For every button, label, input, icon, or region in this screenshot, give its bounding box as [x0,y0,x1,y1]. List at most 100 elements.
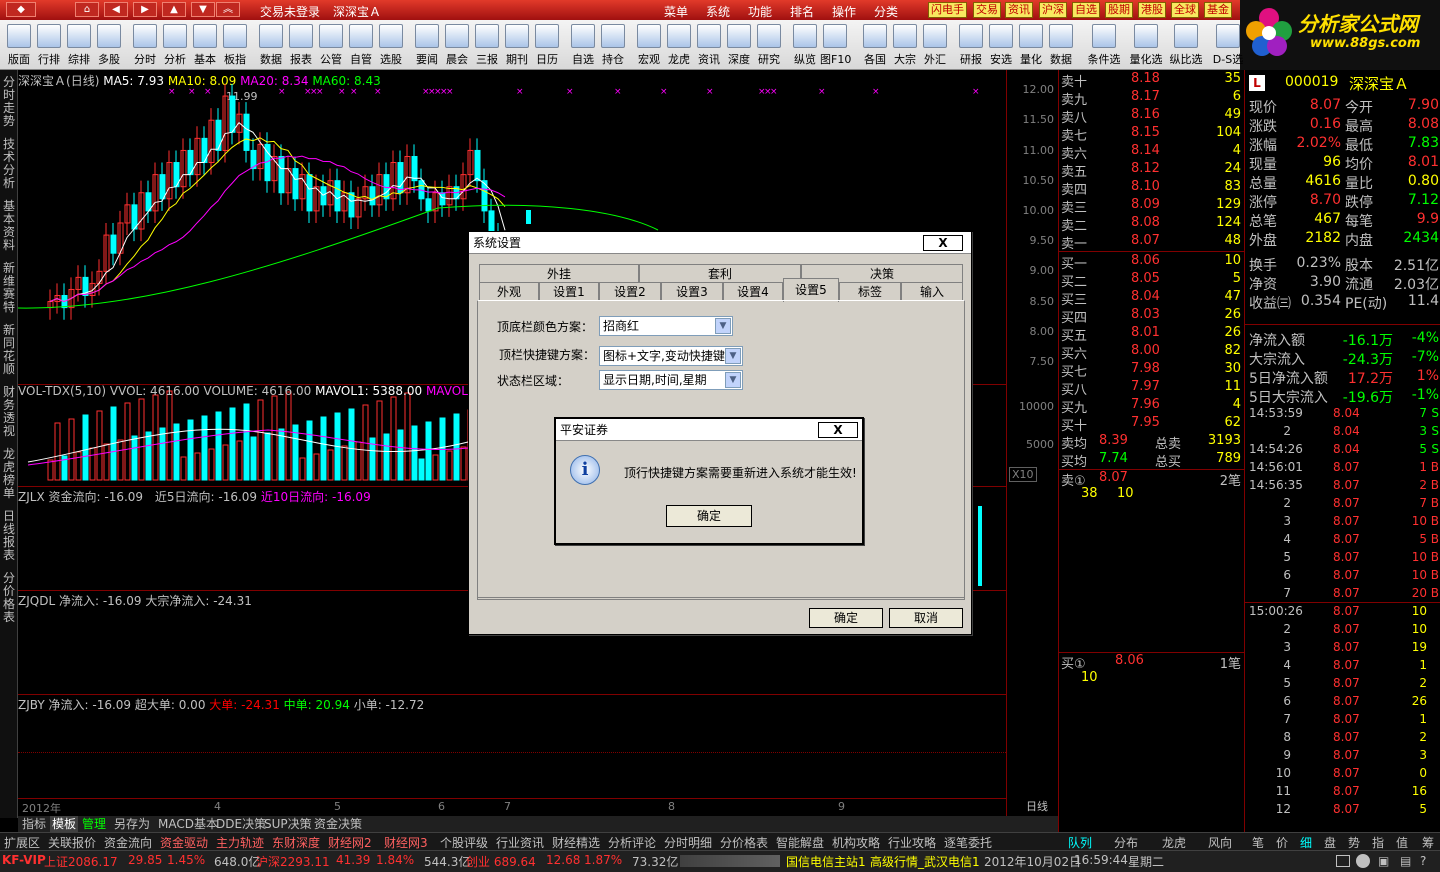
function-tab[interactable]: 行业资讯 [496,834,544,851]
function-tab[interactable]: 分析评论 [608,834,656,851]
flag-icon[interactable]: ▤ [1400,854,1411,868]
statusbar-area-select[interactable]: 显示日期,时间,星期 ▼ [599,370,743,390]
toolbar-button[interactable]: 三报 [472,22,502,68]
indicator-tab[interactable]: 模板 [50,816,79,832]
indicator-tab[interactable]: 管理 [80,816,108,832]
quick-button[interactable]: 资讯 [1005,2,1033,18]
function-tab[interactable]: 财经网2 [328,834,372,851]
order-row[interactable]: 买三 8.04 47 [1059,289,1245,308]
order-row[interactable]: 买九 7.96 4 [1059,397,1245,416]
toolbar-button[interactable]: 宏观 [634,22,664,68]
toolbar-button[interactable]: 选股 [376,22,406,68]
toolbar-button[interactable]: 纵览 [790,22,820,68]
right-tab[interactable]: 笔 [1252,834,1264,851]
left-tab[interactable]: 新维赛特 [2,262,16,314]
collapse-icon[interactable]: ︽ [216,2,240,17]
function-tab[interactable]: 分价格表 [720,834,768,851]
left-tab[interactable]: 基本资料 [2,200,16,252]
right-tab[interactable]: 价 [1276,834,1288,851]
order-row[interactable]: 买八 7.97 11 [1059,379,1245,398]
color-scheme-select[interactable]: 招商红 ▼ [599,316,733,336]
toolbar-button[interactable]: 数据 [256,22,286,68]
toolbar-button[interactable]: 要闻 [412,22,442,68]
alert-close-button[interactable]: X [818,422,858,438]
indicator-tab[interactable]: 资金决策 [312,816,364,832]
left-tab[interactable]: 新同花顺 [2,324,16,376]
function-tab[interactable]: 东财深度 [272,834,320,851]
toolbar-button[interactable]: 行排 [34,22,64,68]
order-row[interactable]: 买十 7.95 62 [1059,415,1245,434]
right-tab[interactable]: 盘 [1324,834,1336,851]
function-tab[interactable]: 智能解盘 [776,834,824,851]
mail-icon[interactable] [1336,855,1350,867]
toolbar-button[interactable]: 纵比选 [1166,22,1206,68]
quick-button[interactable]: 港股 [1138,2,1166,18]
toolbar-button[interactable]: 大宗 [890,22,920,68]
order-row[interactable]: 买五 8.01 26 [1059,325,1245,344]
tab-settings4[interactable]: 设置4 [723,282,783,300]
quick-button[interactable]: 基金 [1204,2,1232,18]
right-tab[interactable]: 细 [1300,834,1312,851]
right-tab[interactable]: 队列 [1068,834,1092,851]
status-cy[interactable]: 创业 689.64 [466,853,536,870]
alert-ok-button[interactable]: 确定 [666,505,752,527]
chevron-down-icon[interactable]: ▼ [725,348,741,364]
toolbar-button[interactable]: 研报 [956,22,986,68]
order-row[interactable]: 买六 8.00 82 [1059,343,1245,362]
function-tab[interactable]: 分时明细 [664,834,712,851]
quick-button[interactable]: 全球 [1171,2,1199,18]
toolbar-button[interactable]: 数据 [1046,22,1076,68]
left-tab[interactable]: 技术分析 [2,138,16,190]
toolbar-button[interactable]: D-S选 [1208,22,1248,68]
settings-ok-button[interactable]: 确定 [809,608,883,628]
lock-icon[interactable]: ▣ [1378,854,1389,868]
toolbar-button[interactable]: 深度 [724,22,754,68]
toolbar-button[interactable]: 基本 [190,22,220,68]
function-tab[interactable]: 资金流向 [104,834,152,851]
toolbar-button[interactable]: 分时 [130,22,160,68]
left-tab[interactable]: 日线报表 [2,510,16,562]
quick-button[interactable]: 沪深 [1039,2,1067,18]
order-row[interactable]: 卖七 8.15 104 [1059,125,1245,144]
tab-plugin[interactable]: 外挂 [479,264,639,282]
toolbar-button[interactable]: 安选 [986,22,1016,68]
order-row[interactable]: 卖九 8.17 6 [1059,89,1245,108]
quick-button[interactable]: 闪电手 [928,2,967,18]
toolbar-button[interactable]: 图F10 [820,22,851,68]
quick-button[interactable]: 自选 [1072,2,1100,18]
menu-item[interactable]: 操作 [832,3,856,20]
settings-cancel-button[interactable]: 取消 [889,608,963,628]
right-tab[interactable]: 分布 [1114,834,1138,851]
right-tab[interactable]: 龙虎 [1162,834,1186,851]
function-tab[interactable]: 主力轨迹 [216,834,264,851]
menu-item[interactable]: 菜单 [664,3,688,20]
tab-settings3[interactable]: 设置3 [661,282,723,300]
back-icon[interactable]: ◀ [104,2,128,17]
left-tab[interactable]: 龙虎榜单 [2,448,16,500]
order-row[interactable]: 卖六 8.14 4 [1059,143,1245,162]
right-tab[interactable]: 筹 [1422,834,1434,851]
shortcut-scheme-select[interactable]: 图标+文字,变动快捷键 ▼ [599,346,743,366]
right-tab[interactable]: 值 [1396,834,1408,851]
toolbar-button[interactable]: 晨会 [442,22,472,68]
toolbar-button[interactable]: 量化 [1016,22,1046,68]
order-row[interactable]: 卖五 8.12 24 [1059,161,1245,180]
tab-settings1[interactable]: 设置1 [539,282,599,300]
order-row[interactable]: 买七 7.98 30 [1059,361,1245,380]
menu-item[interactable]: 排名 [790,3,814,20]
toolbar-button[interactable]: 持仓 [598,22,628,68]
function-tab[interactable]: 扩展区 [4,834,40,851]
tab-labels[interactable]: 标签 [839,282,901,300]
toolbar-button[interactable]: 多股 [94,22,124,68]
toolbar-button[interactable]: 自管 [346,22,376,68]
toolbar-button[interactable]: 资讯 [694,22,724,68]
menu-item[interactable]: 分类 [874,3,898,20]
toolbar-button[interactable]: 板指 [220,22,250,68]
order-row[interactable]: 买一 8.06 10 [1059,253,1245,272]
function-tab[interactable]: 行业攻略 [888,834,936,851]
tab-appearance[interactable]: 外观 [479,282,539,300]
indicator-tab[interactable]: 另存为 [112,816,152,832]
toolbar-button[interactable]: 研究 [754,22,784,68]
indicator-tab[interactable]: SUP决策 [262,816,314,832]
function-tab[interactable]: 资金驱动 [160,834,208,851]
